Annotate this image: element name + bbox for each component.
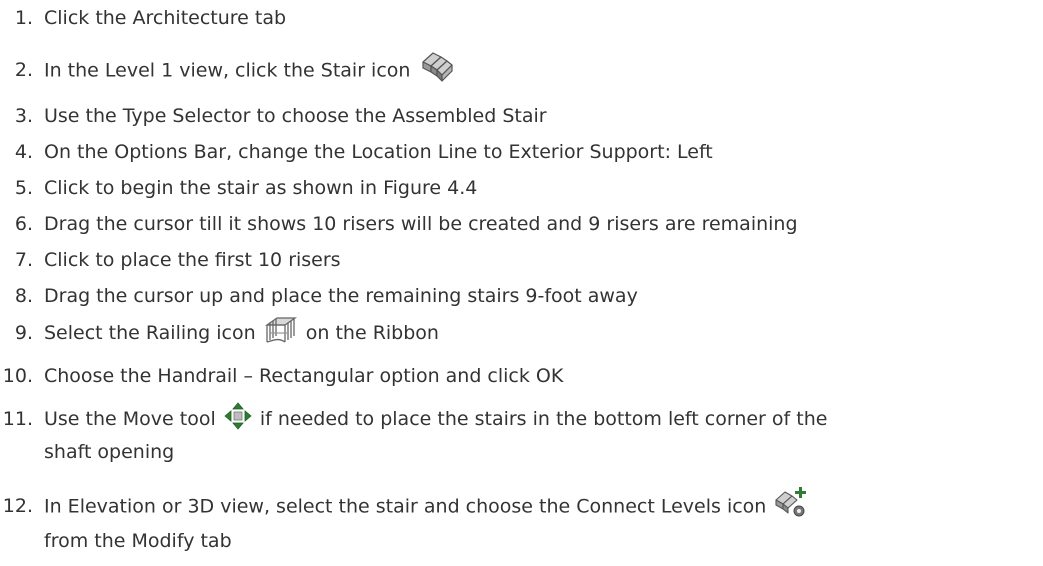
step-text-after: on the Ribbon <box>305 322 439 344</box>
step-text: Use the Type Selector to choose the Asse… <box>44 105 547 127</box>
step-text-continuation: shaft opening <box>44 441 175 463</box>
step-text: Click the Architecture tab <box>44 7 287 29</box>
step-number: 1. <box>14 7 33 29</box>
step-text: Select the Railing icon on the Ribbon <box>44 315 439 349</box>
step-text-before: Select the Railing icon <box>44 322 256 344</box>
step-text-before: In the Level 1 view, click the Stair ico… <box>44 59 411 82</box>
step-text: Drag the cursor till it shows 10 risers … <box>44 213 798 235</box>
step-number: 5. <box>14 177 33 199</box>
step-text: Use the Move tool if needed to place the… <box>44 401 828 435</box>
connect-levels-icon <box>774 486 808 520</box>
step-text: Click to begin the stair as shown in Fig… <box>44 177 478 199</box>
step-number: 4. <box>14 141 33 163</box>
step-text-after: if needed to place the stairs in the bot… <box>259 408 828 430</box>
step-text-continuation: from the Modify tab <box>44 530 232 552</box>
stair-icon <box>419 50 455 84</box>
step-number: 8. <box>14 285 33 307</box>
step-number: 2. <box>14 59 33 81</box>
step-text: Drag the cursor up and place the remaini… <box>44 285 638 307</box>
railing-icon <box>264 315 298 345</box>
step-number: 3. <box>14 105 33 127</box>
step-text-before: In Elevation or 3D view, select the stai… <box>44 495 767 518</box>
step-number: 11. <box>2 408 33 430</box>
step-number: 6. <box>14 213 33 235</box>
step-text-before: Use the Move tool <box>44 408 216 430</box>
step-text: On the Options Bar, change the Location … <box>44 141 713 163</box>
step-number: 12. <box>2 495 33 517</box>
step-text: In the Level 1 view, click the Stair ico… <box>44 52 457 88</box>
step-text: Click to place the first 10 risers <box>44 249 341 271</box>
step-number: 10. <box>2 365 33 387</box>
step-text: In Elevation or 3D view, select the stai… <box>44 487 810 524</box>
step-number: 7. <box>14 249 33 271</box>
step-number: 9. <box>14 322 33 344</box>
step-text: Choose the Handrail – Rectangular option… <box>44 365 564 387</box>
move-icon <box>224 401 252 430</box>
